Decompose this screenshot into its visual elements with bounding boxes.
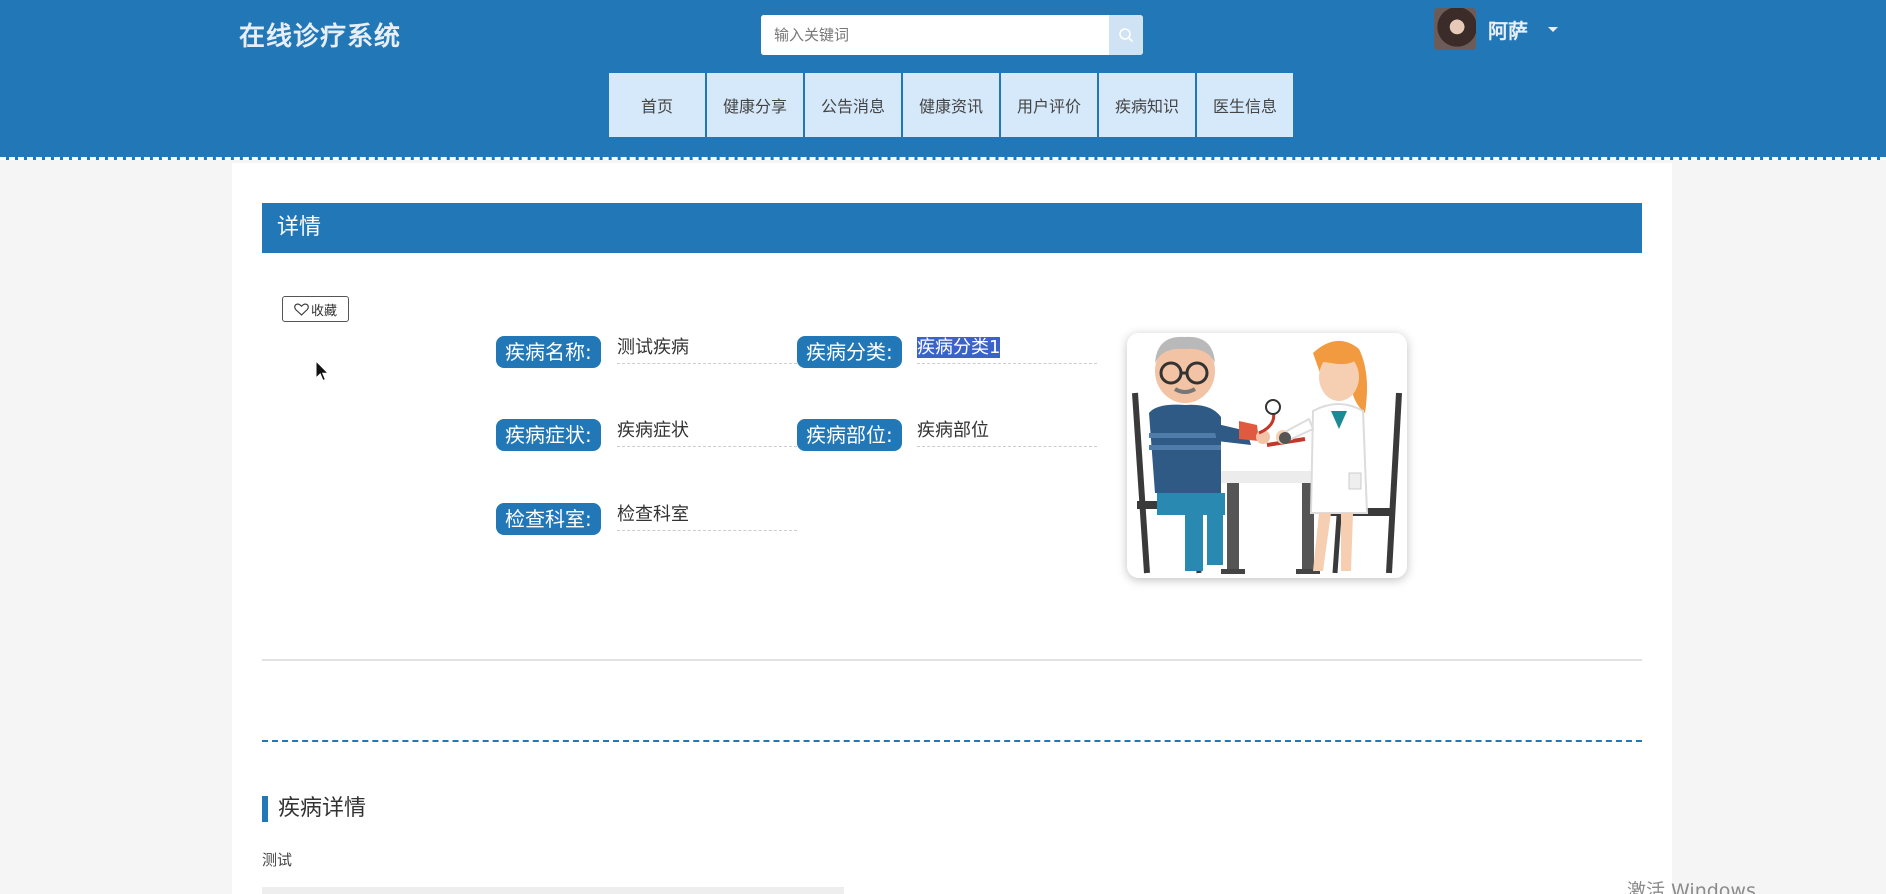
nav-item-doctor-info[interactable]: 医生信息 <box>1197 73 1293 137</box>
windows-activation-watermark: 激活 Windows <box>1627 880 1756 894</box>
disease-category-value: 疾病分类1 <box>917 334 1097 364</box>
detail-text: 测试 <box>262 851 293 869</box>
divider <box>262 659 1642 661</box>
doctor-patient-illustration <box>1127 333 1407 578</box>
disease-symptom-value: 疾病症状 <box>617 417 797 447</box>
nav-item-announcements[interactable]: 公告消息 <box>805 73 901 137</box>
heart-icon <box>294 303 309 316</box>
disease-image <box>1127 333 1407 578</box>
user-menu[interactable]: 阿萨 <box>1434 8 1558 50</box>
nav-item-health-news[interactable]: 健康资讯 <box>903 73 999 137</box>
search-box <box>761 15 1143 55</box>
disease-name-value: 测试疾病 <box>617 334 797 364</box>
department-value: 检查科室 <box>617 501 797 531</box>
favorite-button[interactable]: 收藏 <box>282 296 349 322</box>
department-label: 检查科室: <box>496 503 601 535</box>
nav-item-disease-knowledge[interactable]: 疾病知识 <box>1099 73 1195 137</box>
main-content: 详情 收藏 疾病名称: 测试疾病 疾病分类: 疾病分类1 疾病症状: 疾病症状 … <box>232 163 1672 894</box>
chevron-down-icon[interactable] <box>1548 26 1558 32</box>
dashed-divider <box>262 740 1642 742</box>
selected-text: 疾病分类1 <box>917 337 1001 358</box>
site-logo[interactable]: 在线诊疗系统 <box>239 16 401 53</box>
favorite-label: 收藏 <box>310 303 337 319</box>
nav-item-user-reviews[interactable]: 用户评价 <box>1001 73 1097 137</box>
nav-item-health-share[interactable]: 健康分享 <box>707 73 803 137</box>
avatar[interactable] <box>1434 8 1476 50</box>
mouse-cursor-icon <box>315 360 330 382</box>
disease-symptom-label: 疾病症状: <box>496 419 601 451</box>
header: 在线诊疗系统 阿萨 首页 健康分享 公告消息 健康资讯 用户评价 疾病知识 医生… <box>0 0 1886 160</box>
disease-position-value: 疾病部位 <box>917 417 1097 447</box>
disease-position-label: 疾病部位: <box>797 419 902 451</box>
page-title: 详情 <box>262 203 1642 253</box>
search-button[interactable] <box>1109 15 1143 55</box>
search-icon <box>1119 28 1134 43</box>
user-name[interactable]: 阿萨 <box>1488 15 1528 44</box>
disease-category-label: 疾病分类: <box>797 336 902 368</box>
main-nav: 首页 健康分享 公告消息 健康资讯 用户评价 疾病知识 医生信息 <box>609 73 1293 137</box>
disease-name-label: 疾病名称: <box>496 336 601 368</box>
detail-image <box>262 887 844 894</box>
search-input[interactable] <box>761 15 1109 55</box>
section-title: 疾病详情 <box>262 796 366 822</box>
nav-item-home[interactable]: 首页 <box>609 73 705 137</box>
